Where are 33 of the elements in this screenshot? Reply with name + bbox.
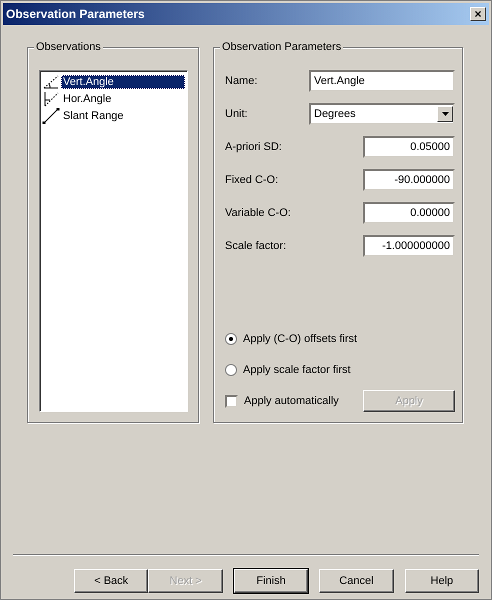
field-label: Fixed C-O:: [225, 174, 278, 186]
field-label: Scale factor:: [225, 240, 286, 252]
name-field[interactable]: Vert.Angle: [309, 70, 455, 92]
unit-dropdown[interactable]: Degrees: [309, 103, 455, 125]
number-field[interactable]: -1.000000000: [363, 235, 455, 257]
group-title: Observation Parameters: [220, 41, 344, 53]
caret-icon: [442, 112, 448, 116]
close-button[interactable]: ×: [470, 7, 486, 21]
checkbox[interactable]: [225, 394, 238, 408]
wizard-button[interactable]: Help: [404, 569, 480, 593]
number-field[interactable]: 0.05000: [363, 136, 455, 158]
radio-label: Apply (C-O) offsets first: [243, 333, 358, 345]
observation-item[interactable]: Vert.Angle: [61, 74, 185, 88]
observation-item[interactable]: Slant Range: [61, 108, 185, 122]
angle-icon: [42, 90, 60, 106]
number-field[interactable]: -90.000000: [363, 169, 455, 191]
wizard-button[interactable]: Cancel: [319, 569, 394, 593]
observation-item[interactable]: Hor.Angle: [61, 92, 185, 106]
radio-button[interactable]: [225, 333, 237, 345]
group-title: Observations: [34, 41, 103, 53]
window-title: Observation Parameters: [6, 7, 145, 21]
radio-button[interactable]: [225, 364, 237, 376]
field-label: A-priori SD:: [225, 141, 282, 153]
wizard-button[interactable]: Finish: [234, 569, 308, 593]
field-label: Name:: [225, 75, 258, 87]
checkbox-label: Apply automatically: [244, 395, 340, 407]
wizard-button[interactable]: < Back: [74, 569, 148, 593]
angle-icon: [42, 74, 60, 90]
number-field[interactable]: 0.00000: [363, 202, 455, 224]
angle-icon: [42, 108, 60, 124]
radio-label: Apply scale factor first: [243, 364, 352, 376]
field-label: Variable C-O:: [225, 207, 291, 219]
field-label: Unit:: [225, 108, 248, 120]
